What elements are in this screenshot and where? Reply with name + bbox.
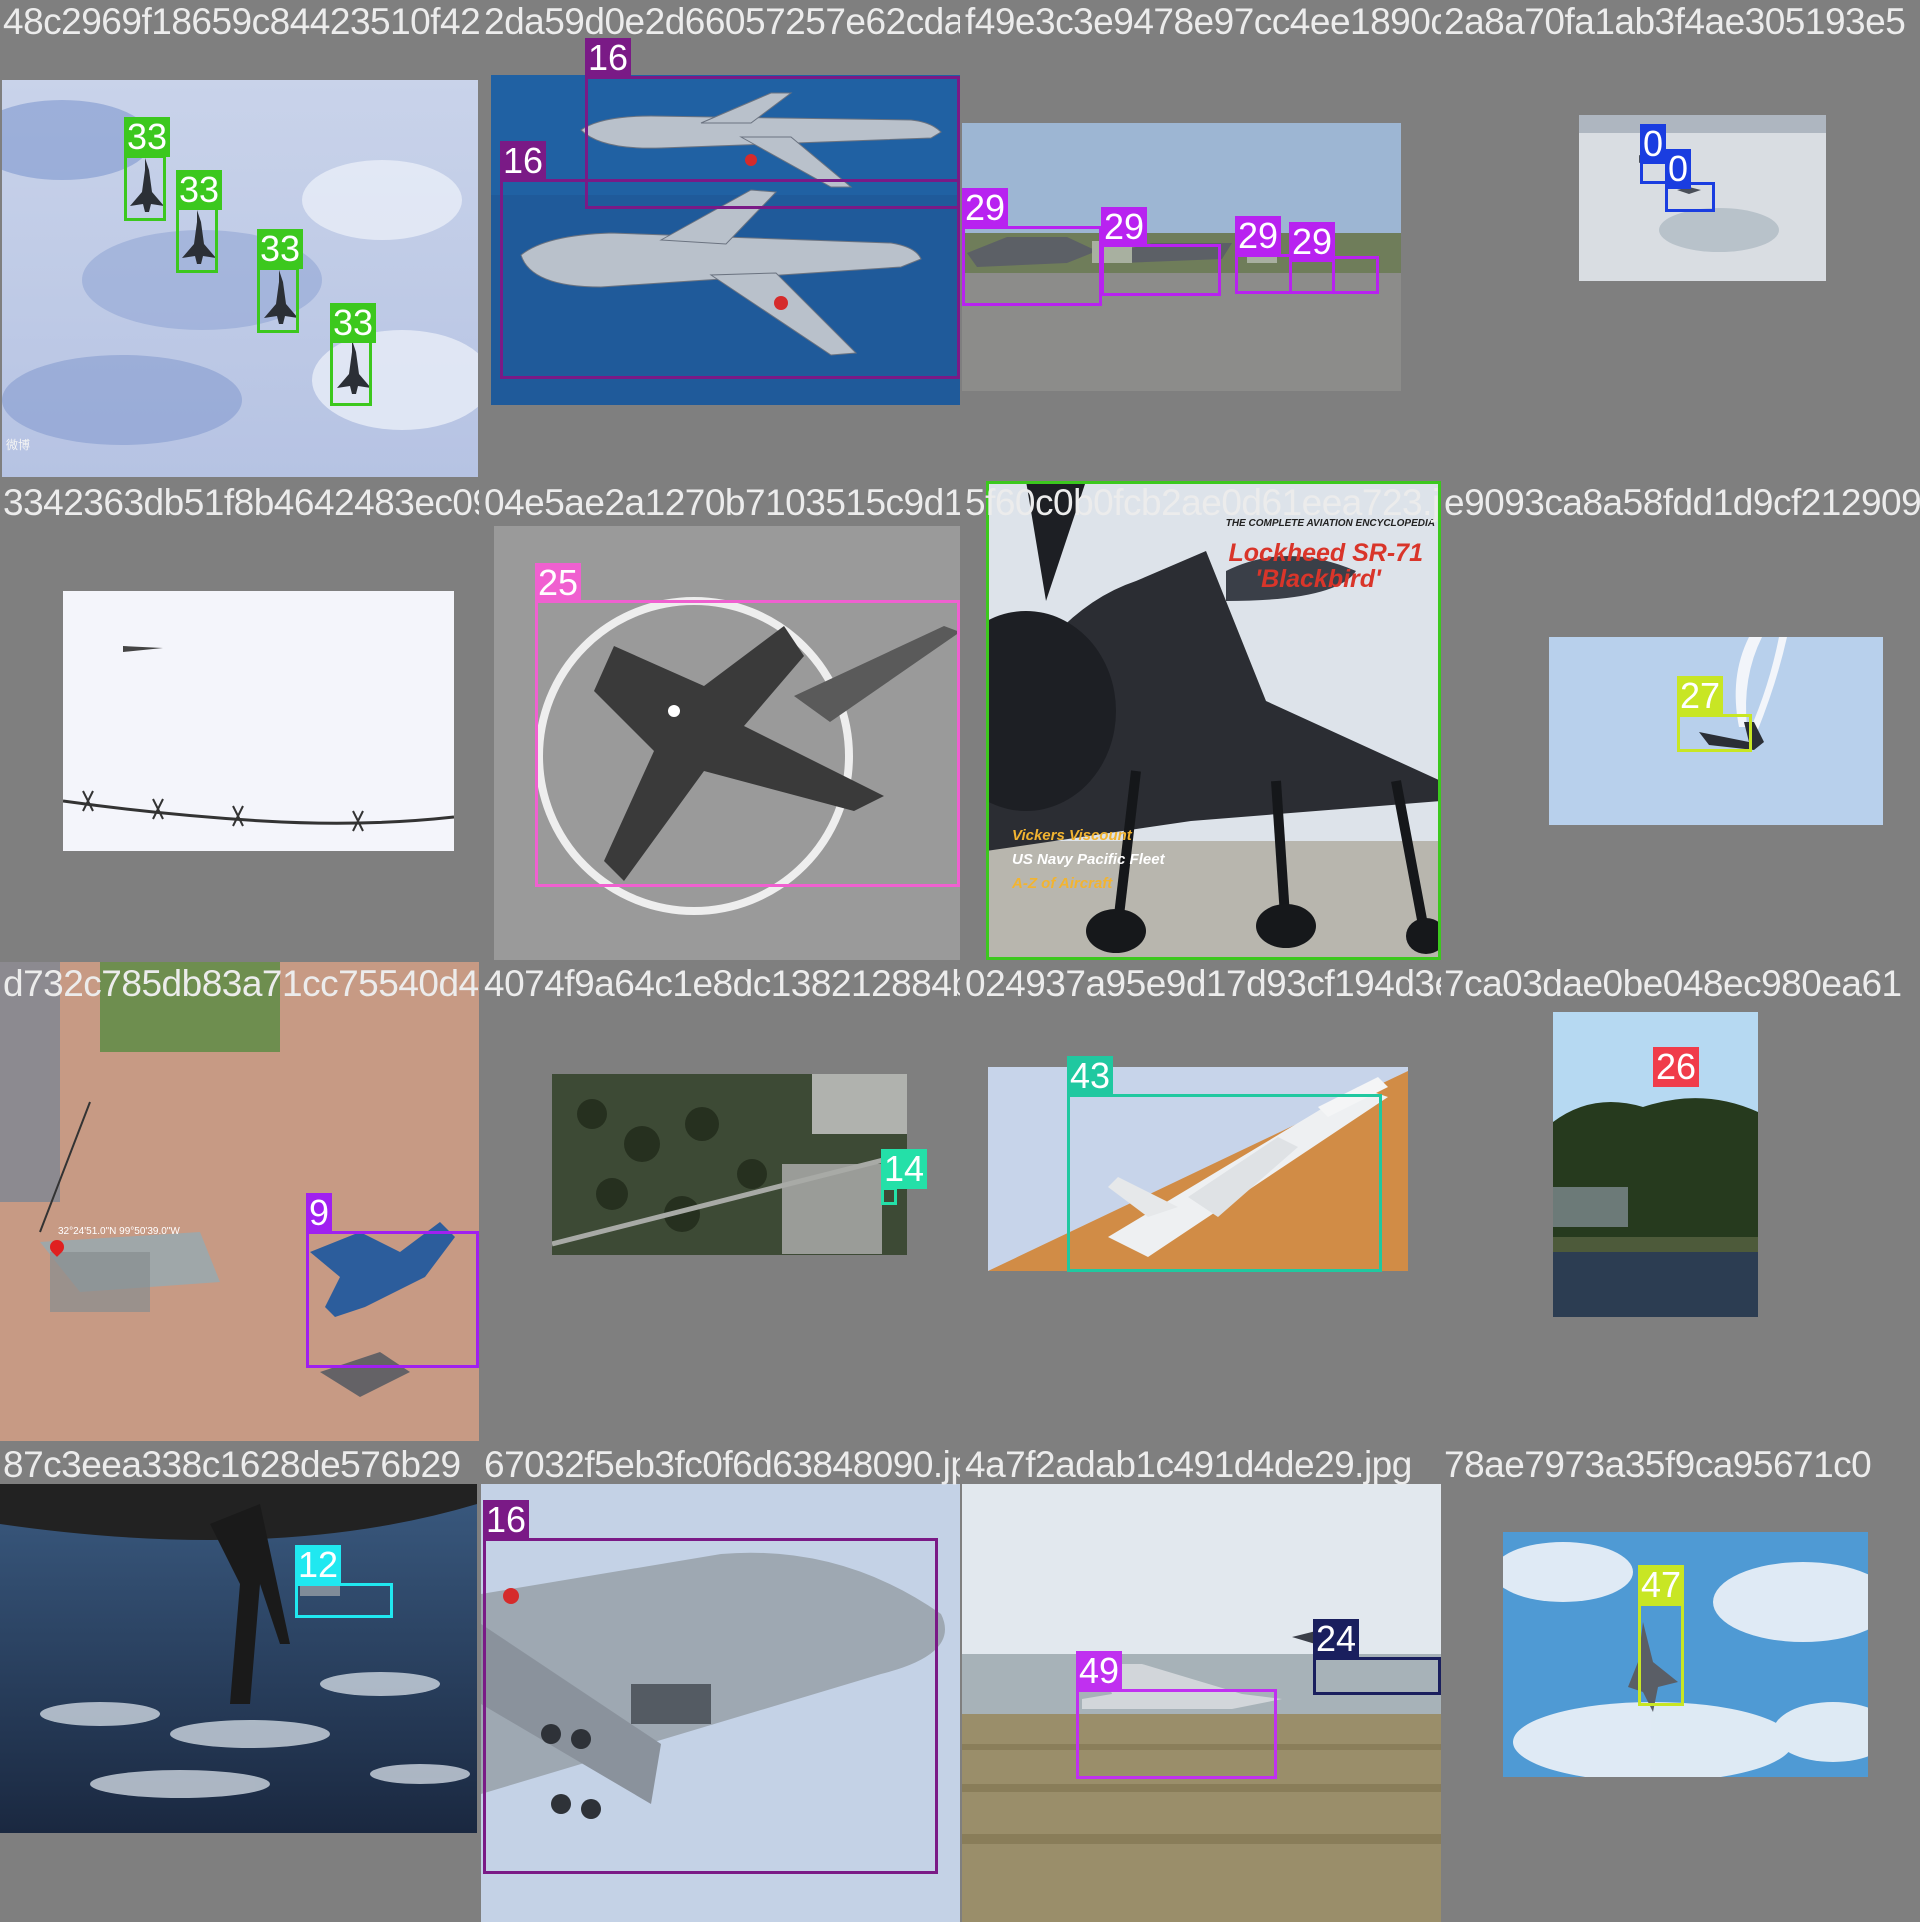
bbox-label-49: 49	[1076, 1651, 1123, 1691]
bbox-33	[124, 155, 166, 221]
image-filename: f49e3c3e9478e97cc4ee1890c88a4d5d.jpg	[965, 1, 1441, 42]
watermark: 微博	[6, 438, 31, 452]
bbox-49	[1076, 1689, 1277, 1779]
bbox-24	[1313, 1657, 1441, 1695]
mosaic-tile-6: 25 04e5ae2a1270b7103515c9d1c.jpg	[481, 481, 960, 960]
barbed-wire-sky-image	[63, 591, 454, 851]
bbox-label-33: 33	[176, 170, 223, 210]
image-filename: 2da59d0e2d66057257e62cda5e3b6aa4.jpg	[484, 1, 960, 42]
bbox-14	[881, 1187, 897, 1205]
bbox-label-33: 33	[330, 303, 377, 343]
image-filename: 4074f9a64c1e8dc138212884b6.jpg	[484, 963, 960, 1004]
mosaic-tile-1: 微博 33 33 33 33 48c2969f18659c84423510f42…	[0, 0, 479, 479]
bbox-label-29: 29	[1289, 222, 1336, 262]
bbox-label-12: 12	[295, 1545, 342, 1585]
bbox-label-16: 16	[500, 141, 547, 181]
bbox-label-0: 0	[1665, 149, 1692, 189]
bbox-25	[535, 600, 960, 887]
bbox-29	[962, 226, 1102, 306]
image-filename: 4a7f2adab1c491d4de29.jpg	[965, 1444, 1412, 1485]
fighter-clouds-image	[1503, 1532, 1868, 1777]
bbox-label-14: 14	[881, 1149, 928, 1189]
refueling-boom-image	[0, 1484, 477, 1833]
bbox-label-9: 9	[306, 1193, 333, 1233]
bbox-29	[1101, 244, 1221, 296]
bbox-label-27: 27	[1677, 676, 1724, 716]
mosaic-tile-13: 12 87c3eea338c1628de576b29	[0, 1443, 479, 1922]
bbox-47	[1638, 1603, 1684, 1706]
image-filename: 5f60c0b0fcb2ae0d61eea723.jpg	[965, 482, 1441, 523]
bbox-33	[176, 207, 218, 273]
mosaic-tile-3: 29 29 29 29 f49e3c3e9478e97cc4ee1890c88a…	[962, 0, 1441, 479]
mosaic-tile-16: 47 78ae7973a35f9ca95671c0	[1441, 1443, 1920, 1922]
mosaic-tile-4: 0 0 2a8a70fa1ab3f4ae305193e5	[1441, 0, 1920, 479]
bbox-16	[483, 1538, 938, 1874]
image-filename: 78ae7973a35f9ca95671c0	[1444, 1444, 1872, 1485]
mosaic-tile-11: 43 024937a95e9d17d93cf194d3e.jpg	[962, 962, 1441, 1441]
bbox-label-24: 24	[1313, 1619, 1360, 1659]
bbox-9	[306, 1231, 479, 1368]
bbox-label-43: 43	[1067, 1056, 1114, 1096]
image-filename: d732c785db83a71cc75540d4ef	[3, 963, 479, 1004]
mosaic-tile-8: 27 e9093ca8a58fdd1d9cf2129092	[1441, 481, 1920, 960]
bbox-label-33: 33	[257, 229, 304, 269]
bbox-label-26: 26	[1653, 1047, 1700, 1087]
bbox-12	[295, 1583, 393, 1618]
bbox-43	[1067, 1094, 1382, 1272]
bbox-33	[257, 267, 299, 333]
sky-clouds-image: 微博	[2, 80, 478, 477]
mosaic-tile-15: 49 24 4a7f2adab1c491d4de29.jpg	[962, 1443, 1441, 1922]
image-filename: 024937a95e9d17d93cf194d3e.jpg	[965, 963, 1441, 1004]
bbox-label-29: 29	[1101, 207, 1148, 247]
bbox-label-33: 33	[124, 117, 171, 157]
image-filename: 48c2969f18659c84423510f429a15d879	[3, 1, 479, 42]
mosaic-tile-5: 10 27 27 3342363db51f8b4642483ec09	[0, 481, 479, 960]
mosaic-tile-9: 32°24'51.0"N 99°50'39.0"W 9 d732c785db83…	[0, 962, 479, 1441]
coordinate-readout: 32°24'51.0"N 99°50'39.0"W	[58, 1226, 180, 1237]
image-filename: 87c3eea338c1628de576b29	[3, 1444, 461, 1485]
apron-satellite-image: 32°24'51.0"N 99°50'39.0"W	[0, 962, 479, 1441]
mosaic-tile-7: THE COMPLETE AVIATION ENCYCLOPEDIA Lockh…	[962, 481, 1441, 960]
bbox-27	[1677, 714, 1752, 752]
satellite-trees-image	[552, 1074, 907, 1255]
bbox-53	[986, 481, 1441, 960]
bbox-label-0: 0	[1640, 124, 1667, 164]
image-filename: 67032f5eb3fc0f6d63848090.jpg	[484, 1444, 960, 1485]
mosaic-tile-2: 16 16 2da59d0e2d66057257e62cda5e3b6aa4.j…	[481, 0, 960, 479]
bbox-33	[330, 340, 372, 406]
bbox-label-16: 16	[483, 1500, 530, 1540]
image-filename: e9093ca8a58fdd1d9cf2129092	[1444, 482, 1920, 523]
bbox-label-29: 29	[1235, 216, 1282, 256]
bbox-label-47: 47	[1638, 1565, 1685, 1605]
image-filename: 2a8a70fa1ab3f4ae305193e5	[1444, 1, 1906, 42]
image-filename: 7ca03dae0be048ec980ea61	[1444, 963, 1902, 1004]
image-filename: 04e5ae2a1270b7103515c9d1c.jpg	[484, 482, 960, 523]
mosaic-tile-14: 16 67032f5eb3fc0f6d63848090.jpg	[481, 1443, 960, 1922]
bbox-label-25: 25	[535, 563, 582, 603]
bbox-16	[500, 179, 960, 379]
image-filename: 3342363db51f8b4642483ec09	[3, 482, 479, 523]
mosaic-tile-12: 26 7ca03dae0be048ec980ea61	[1441, 962, 1920, 1441]
bbox-label-29: 29	[962, 188, 1009, 228]
mosaic-tile-10: 14 4074f9a64c1e8dc138212884b6.jpg	[481, 962, 960, 1441]
